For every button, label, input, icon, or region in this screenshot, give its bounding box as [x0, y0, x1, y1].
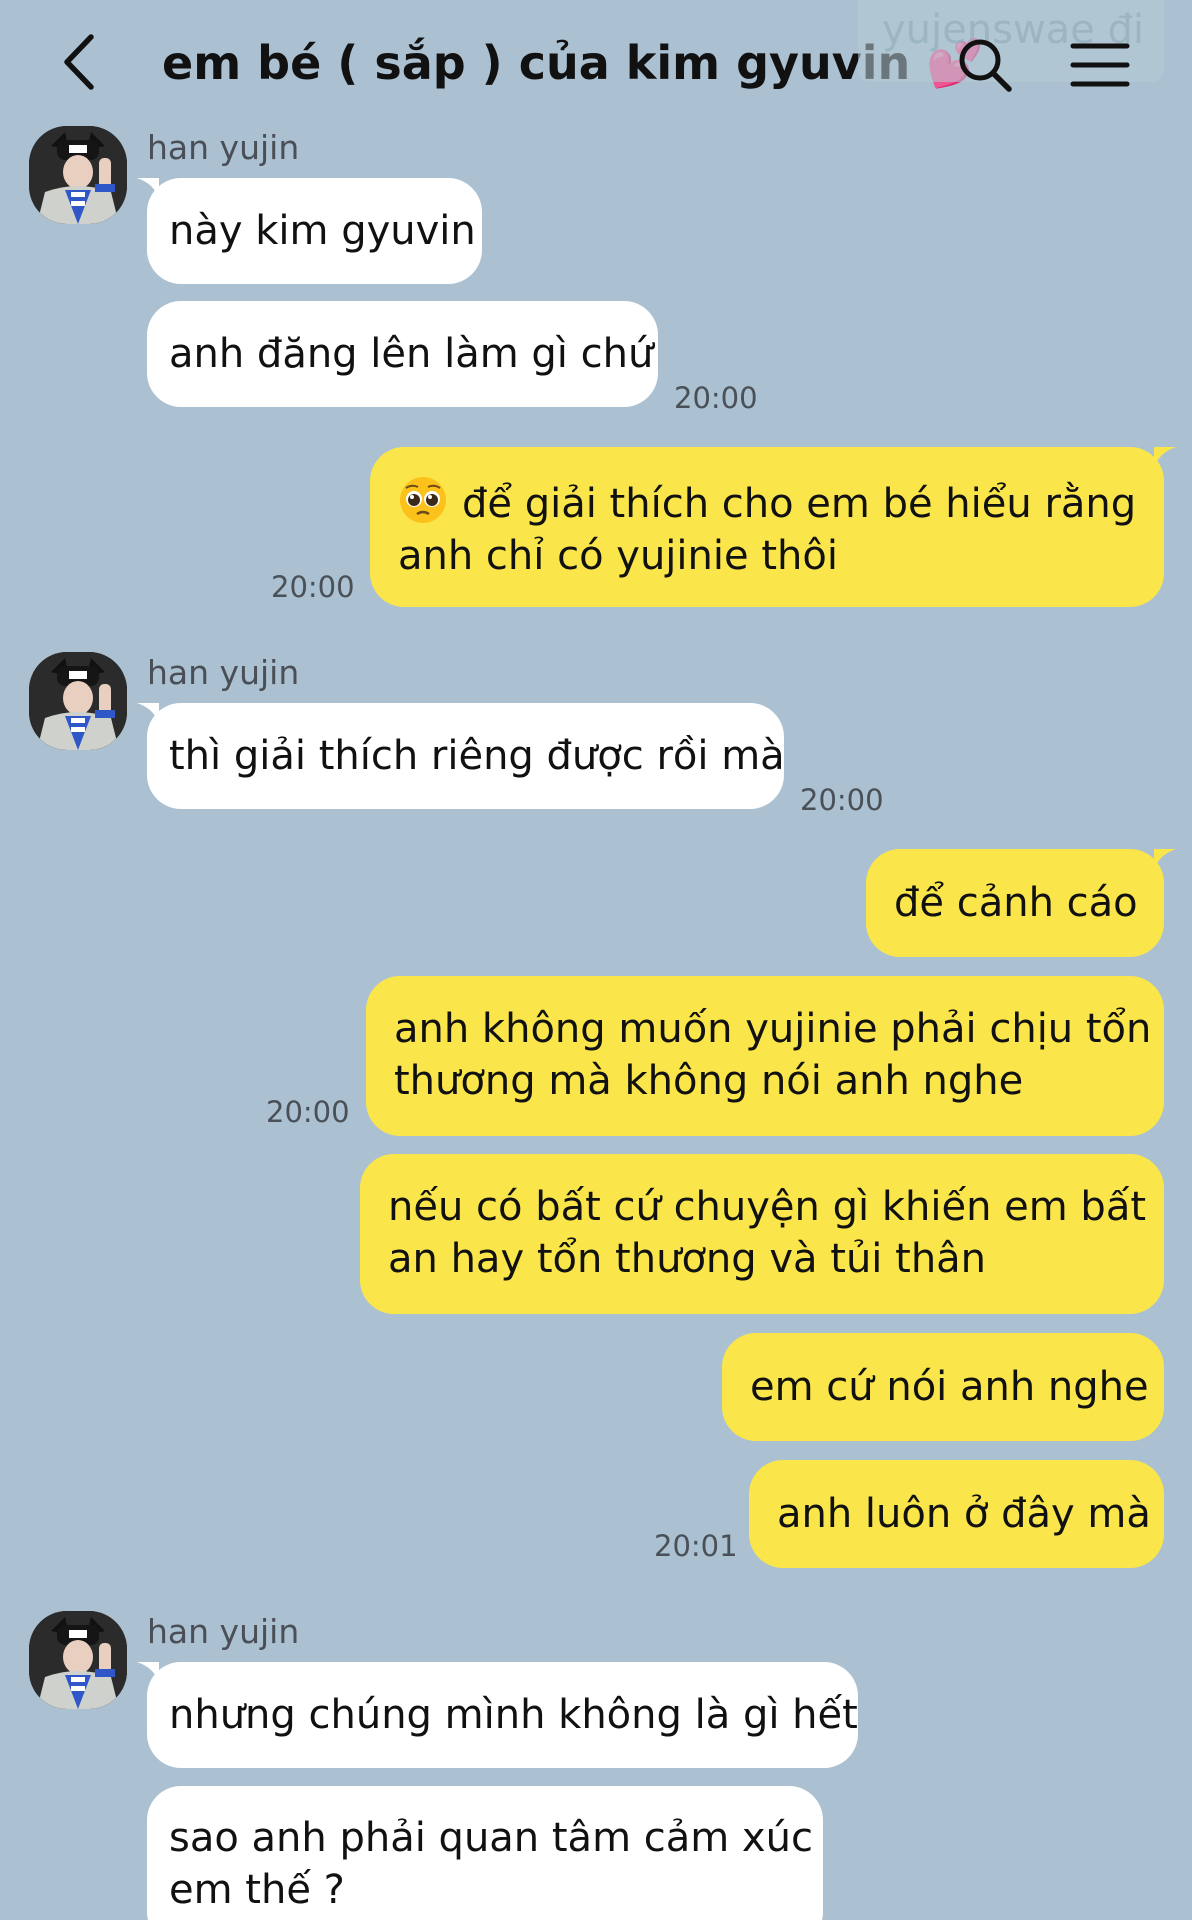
message-time: 20:01 — [654, 1529, 738, 1563]
message-text: để cảnh cáo — [894, 880, 1138, 926]
profile-photo — [29, 652, 127, 750]
message-bubble[interactable]: anh không muốn yujinie phải chịu tổn thư… — [366, 976, 1164, 1136]
message-bubble[interactable]: để cảnh cáo — [866, 849, 1164, 957]
chevron-left-icon — [64, 34, 94, 90]
avatar[interactable] — [29, 126, 127, 224]
message-line: sao anh phải quan tâm cảm xúc — [169, 1815, 813, 1861]
message-bubble[interactable]: thì giải thích riêng được rồi mà — [147, 703, 785, 809]
message-bubble[interactable]: nếu có bất cứ chuyện gì khiến em bất an … — [360, 1154, 1164, 1314]
message-bubble[interactable]: anh luôn ở đây mà — [749, 1460, 1164, 1568]
message-bubble[interactable]: em cứ nói anh nghe — [722, 1333, 1164, 1441]
profile-photo — [29, 1611, 127, 1709]
message-line: thương mà không nói anh nghe — [394, 1058, 1024, 1104]
message-text: nhưng chúng mình không là gì hết — [169, 1692, 858, 1738]
avatar[interactable] — [29, 652, 127, 750]
bubble-tail — [137, 703, 159, 725]
bubble-tail — [1154, 849, 1176, 871]
pleading-face-emoji — [400, 477, 446, 523]
bubble-tail — [137, 1662, 159, 1684]
profile-photo — [29, 126, 127, 224]
message-line: để giải thích cho em bé hiểu rằng — [398, 475, 1136, 530]
message-time: 20:00 — [800, 783, 884, 817]
message-text: em cứ nói anh nghe — [750, 1364, 1149, 1410]
message-text: anh đăng lên làm gì chứ — [169, 331, 654, 377]
message-line: nếu có bất cứ chuyện gì khiến em bất — [388, 1184, 1147, 1230]
message-text: này kim gyuvin — [169, 208, 476, 254]
message-line: anh chỉ có yujinie thôi — [398, 533, 838, 579]
message-text: thì giải thích riêng được rồi mà — [169, 733, 785, 779]
message-bubble[interactable]: sao anh phải quan tâm cảm xúc em thế ? — [147, 1786, 823, 1920]
message-text: anh luôn ở đây mà — [777, 1491, 1151, 1537]
back-button[interactable] — [48, 22, 108, 102]
menu-button[interactable] — [1062, 30, 1138, 100]
search-icon — [959, 39, 1012, 92]
message-bubble[interactable]: để giải thích cho em bé hiểu rằng anh ch… — [370, 447, 1164, 607]
sender-name: han yujin — [147, 653, 300, 692]
message-bubble[interactable]: anh đăng lên làm gì chứ — [147, 301, 658, 407]
hamburger-menu-icon — [1070, 43, 1130, 87]
avatar[interactable] — [29, 1611, 127, 1709]
message-bubble[interactable]: nhưng chúng mình không là gì hết — [147, 1662, 858, 1768]
chat-header: em bé ( sắp ) của kim gyuvin 💕 yujenswae… — [0, 0, 1192, 125]
message-text: để giải thích cho em bé hiểu rằng — [462, 481, 1137, 527]
sender-name: han yujin — [147, 1612, 300, 1651]
message-line: an hay tổn thương và tủi thân — [388, 1236, 987, 1282]
message-bubble[interactable]: này kim gyuvin — [147, 178, 482, 284]
message-line: anh không muốn yujinie phải chịu tổn — [394, 1006, 1152, 1052]
sender-name: han yujin — [147, 128, 300, 167]
bubble-tail — [137, 178, 159, 200]
message-time: 20:00 — [266, 1095, 350, 1129]
message-line: em thế ? — [169, 1867, 345, 1913]
chat-screen: em bé ( sắp ) của kim gyuvin 💕 yujenswae… — [0, 0, 1192, 1920]
message-time: 20:00 — [674, 381, 758, 415]
search-button[interactable] — [950, 30, 1020, 100]
bubble-tail — [1154, 447, 1176, 469]
message-time: 20:00 — [271, 570, 355, 604]
